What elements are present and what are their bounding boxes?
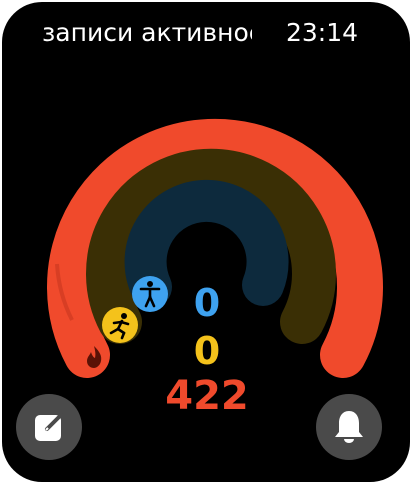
stand-ring-track [124,179,289,308]
standing-person-icon [132,276,168,312]
move-value: 422 [165,373,249,419]
stand-value: 0 [193,281,221,325]
notifications-button[interactable] [316,394,382,460]
running-person-icon [102,307,138,343]
edit-icon [35,413,63,441]
bell-icon [335,411,363,443]
edit-button[interactable] [16,394,82,460]
watch-screen: записи активнос 23:14 0 0 422 [2,2,410,482]
exercise-value: 0 [193,329,221,373]
